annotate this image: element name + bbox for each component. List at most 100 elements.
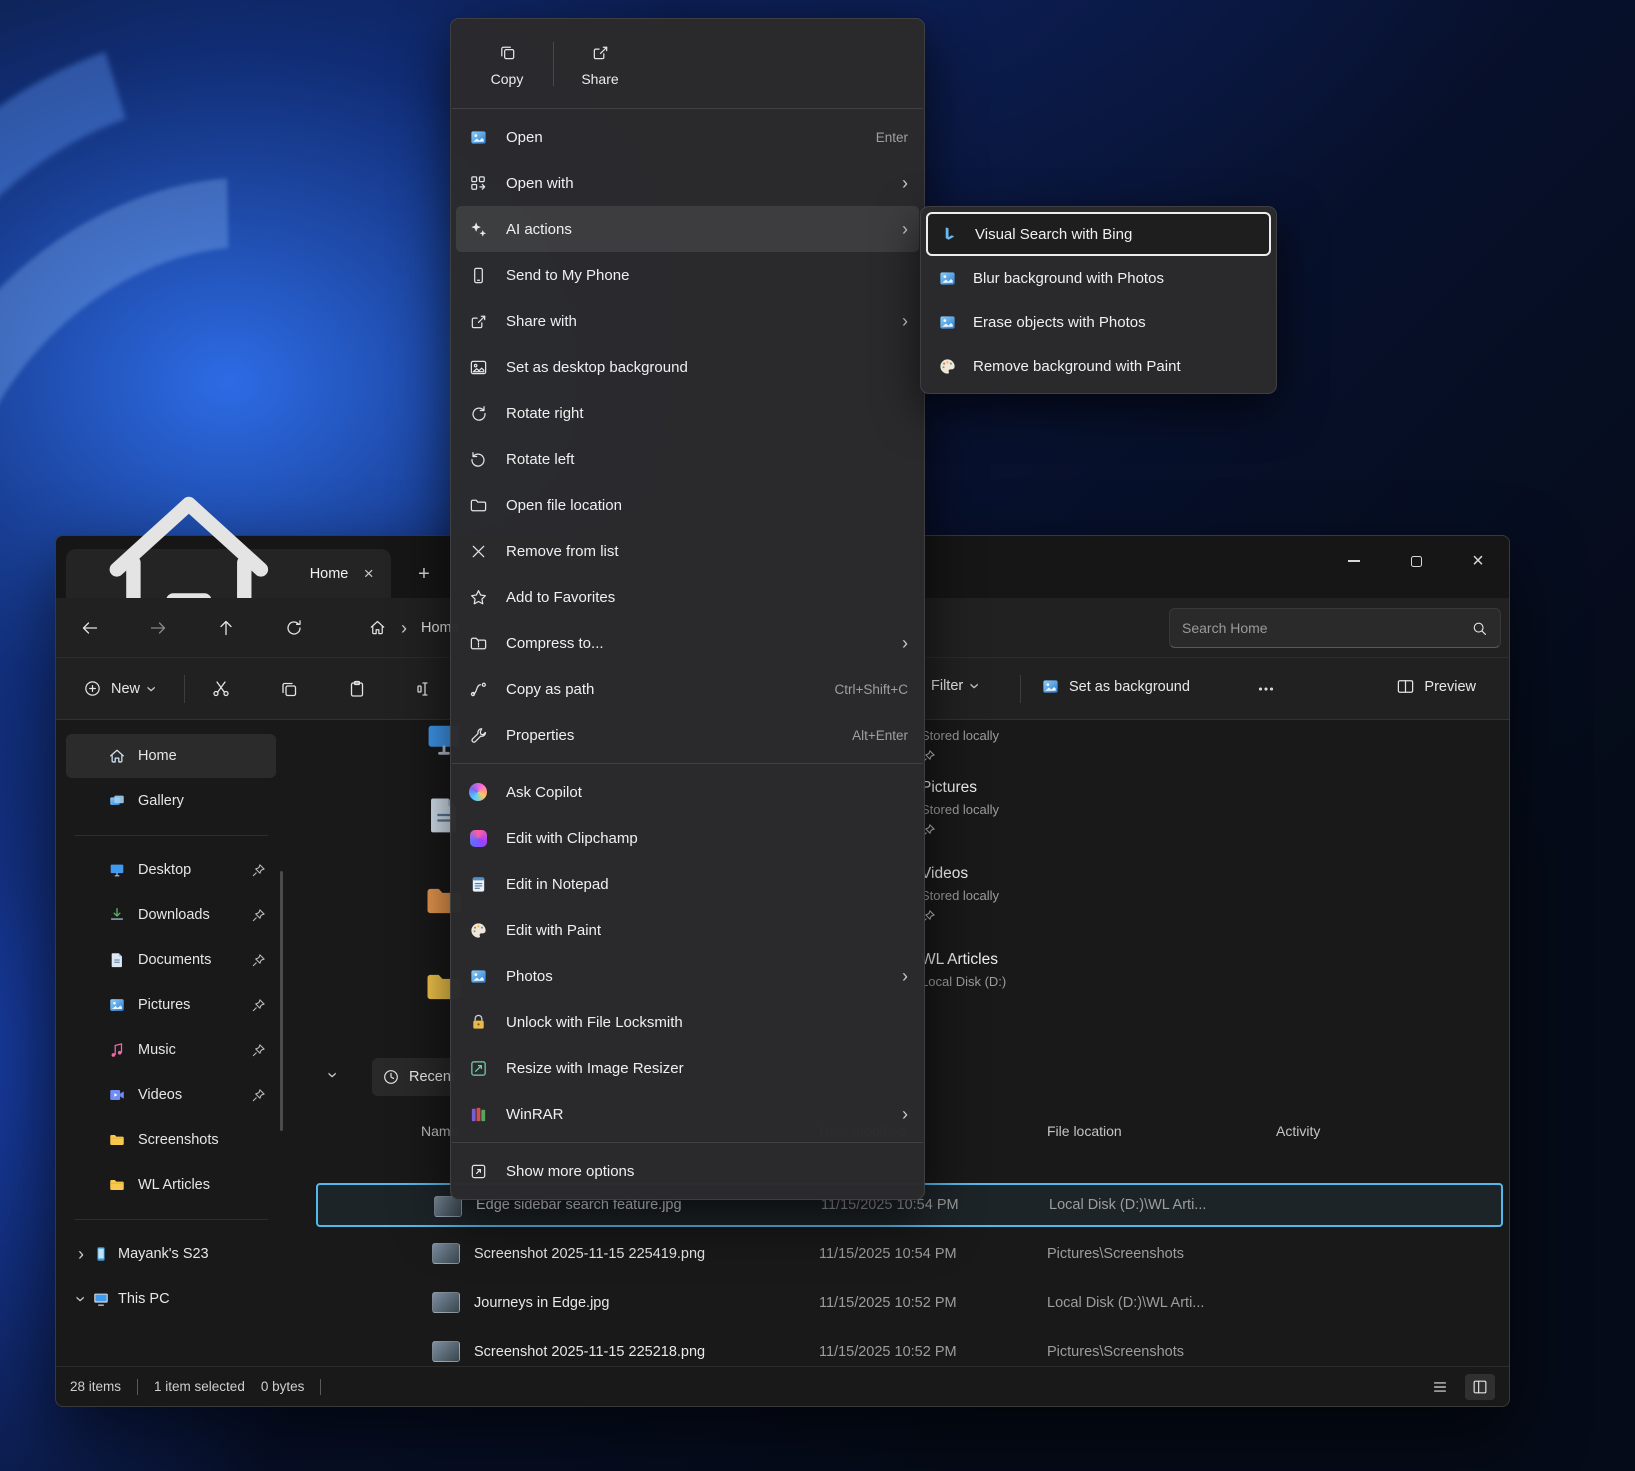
file-row[interactable]: Journeys in Edge.jpg 11/15/2025 10:52 PM…	[316, 1281, 1503, 1325]
sidebar-item-music[interactable]: Music	[66, 1028, 276, 1072]
menu-item-unlock-with-file-locksmith[interactable]: Unlock with File Locksmith	[456, 999, 919, 1045]
menu-item-winrar[interactable]: WinRAR	[456, 1091, 919, 1137]
menu-item-photos[interactable]: Photos	[456, 953, 919, 999]
menu-item-remove-from-list[interactable]: Remove from list	[456, 528, 919, 574]
menu-item-edit-with-paint[interactable]: Edit with Paint	[456, 907, 919, 953]
menu-item-rotate-left[interactable]: Rotate left	[456, 436, 919, 482]
submenu-item-remove-background-with-paint[interactable]: Remove background with Paint	[926, 344, 1271, 388]
set-as-background-button[interactable]: Set as background	[1028, 669, 1203, 704]
sidebar-item-videos[interactable]: Videos	[66, 1073, 276, 1117]
sidebar-item-this-pc[interactable]: This PC	[66, 1277, 276, 1321]
preview-button[interactable]: Preview	[1383, 669, 1489, 704]
menu-label: Edit with Clipchamp	[506, 830, 638, 847]
submenu-item-erase-objects-with-photos[interactable]: Erase objects with Photos	[926, 300, 1271, 344]
forward-button[interactable]	[138, 608, 178, 648]
sidebar-item-mayanks-s23[interactable]: Mayank's S23	[66, 1232, 276, 1276]
folder-tile-videos[interactable]: Videos Stored locally	[921, 865, 1221, 929]
pin-icon	[251, 863, 266, 878]
star-icon	[467, 586, 489, 608]
sidebar-item-pictures[interactable]: Pictures	[66, 983, 276, 1027]
details-view-button[interactable]	[1425, 1374, 1455, 1400]
submenu-item-visual-search-with-bing[interactable]: Visual Search with Bing	[926, 212, 1271, 256]
sidebar-label: Gallery	[138, 793, 184, 809]
copy-button[interactable]: Copy	[463, 29, 551, 99]
image-file-icon	[467, 126, 489, 148]
file-location: Local Disk (D:)\WL Arti...	[1047, 1281, 1204, 1325]
paste-button[interactable]	[337, 669, 377, 709]
scrollbar[interactable]	[280, 871, 283, 1131]
sidebar-label: Mayank's S23	[118, 1246, 209, 1262]
menu-item-send-to-my-phone[interactable]: Send to My Phone	[456, 252, 919, 298]
submenu-item-blur-background-with-photos[interactable]: Blur background with Photos	[926, 256, 1271, 300]
sidebar-item-downloads[interactable]: Downloads	[66, 893, 276, 937]
sidebar-item-screenshots[interactable]: Screenshots	[66, 1118, 276, 1162]
refresh-button[interactable]	[274, 608, 314, 648]
menu-item-open-file-location[interactable]: Open file location	[456, 482, 919, 528]
menu-item-resize-with-image-resizer[interactable]: Resize with Image Resizer	[456, 1045, 919, 1091]
cut-button[interactable]	[201, 669, 241, 709]
ai-actions-submenu: Visual Search with Bing Blur background …	[920, 206, 1277, 394]
menu-item-set-as-desktop-background[interactable]: Set as desktop background	[456, 344, 919, 390]
menu-item-compress-to[interactable]: Compress to...	[456, 620, 919, 666]
chevron-down-icon[interactable]	[324, 1072, 342, 1078]
large-thumbnails-view-button[interactable]	[1465, 1374, 1495, 1400]
column-header-activity[interactable]: Activity	[1276, 1123, 1320, 1139]
sidebar-item-gallery[interactable]: Gallery	[66, 779, 276, 823]
section-label: Recent	[409, 1069, 455, 1085]
sidebar-item-home[interactable]: Home	[66, 734, 276, 778]
menu-item-add-to-favorites[interactable]: Add to Favorites	[456, 574, 919, 620]
rename-button[interactable]	[405, 669, 445, 709]
sidebar-label: Home	[138, 748, 177, 764]
tab-home[interactable]: Home	[66, 549, 391, 598]
file-row[interactable]: Screenshot 2025-11-15 225419.png 11/15/2…	[316, 1232, 1503, 1276]
gallery-icon	[108, 792, 126, 810]
menu-label: Open file location	[506, 497, 622, 514]
menu-item-ask-copilot[interactable]: Ask Copilot	[456, 769, 919, 815]
new-tab-button[interactable]	[408, 558, 440, 590]
close-button[interactable]	[1447, 536, 1509, 586]
new-button[interactable]: New	[70, 671, 168, 706]
menu-item-edit-in-notepad[interactable]: Edit in Notepad	[456, 861, 919, 907]
column-header-file-location[interactable]: File location	[1047, 1123, 1122, 1139]
menu-item-ai-actions[interactable]: AI actions	[456, 206, 919, 252]
menu-item-properties[interactable]: Properties Alt+Enter	[456, 712, 919, 758]
copilot-icon	[467, 781, 489, 803]
filter-button[interactable]: Filter	[918, 669, 991, 703]
copy-icon	[279, 679, 299, 699]
file-row[interactable]: Screenshot 2025-11-15 225218.png 11/15/2…	[316, 1330, 1503, 1366]
search-box[interactable]	[1169, 608, 1501, 648]
menu-item-share-with[interactable]: Share with	[456, 298, 919, 344]
folder-tile[interactable]: Stored locally	[921, 721, 1221, 769]
sidebar-item-desktop[interactable]: Desktop	[66, 848, 276, 892]
menu-item-open-with[interactable]: Open with	[456, 160, 919, 206]
remove-x-icon	[467, 540, 489, 562]
menu-item-copy-as-path[interactable]: Copy as path Ctrl+Shift+C	[456, 666, 919, 712]
more-options-button[interactable]	[1246, 669, 1286, 709]
folder-tile-pictures[interactable]: Pictures Stored locally	[921, 779, 1221, 843]
minimize-button[interactable]	[1323, 536, 1385, 586]
share-button[interactable]: Share	[556, 29, 644, 99]
back-button[interactable]	[70, 608, 110, 648]
menu-item-show-more-options[interactable]: Show more options	[456, 1148, 919, 1194]
menu-item-edit-with-clipchamp[interactable]: Edit with Clipchamp	[456, 815, 919, 861]
clock-icon	[382, 1068, 400, 1086]
tile-title: Videos	[921, 865, 1221, 886]
tab-title: Home	[310, 566, 349, 582]
thumbnail-view-icon	[1471, 1378, 1489, 1396]
sidebar-item-documents[interactable]: Documents	[66, 938, 276, 982]
pin-icon	[251, 1043, 266, 1058]
search-input[interactable]	[1182, 620, 1463, 636]
folder-tile-wl-articles[interactable]: WL Articles Local Disk (D:)	[921, 951, 1221, 989]
sidebar-item-wl-articles[interactable]: WL Articles	[66, 1163, 276, 1207]
tab-close-icon[interactable]	[358, 560, 379, 588]
menu-item-open[interactable]: Open Enter	[456, 114, 919, 160]
music-icon	[108, 1041, 126, 1059]
winrar-books-icon	[467, 1103, 489, 1125]
breadcrumb[interactable]: Home	[368, 618, 460, 637]
maximize-button[interactable]	[1385, 536, 1447, 586]
copy-button[interactable]	[269, 669, 309, 709]
menu-item-rotate-right[interactable]: Rotate right	[456, 390, 919, 436]
pin-icon	[251, 998, 266, 1013]
up-button[interactable]	[206, 608, 246, 648]
path-icon	[467, 678, 489, 700]
